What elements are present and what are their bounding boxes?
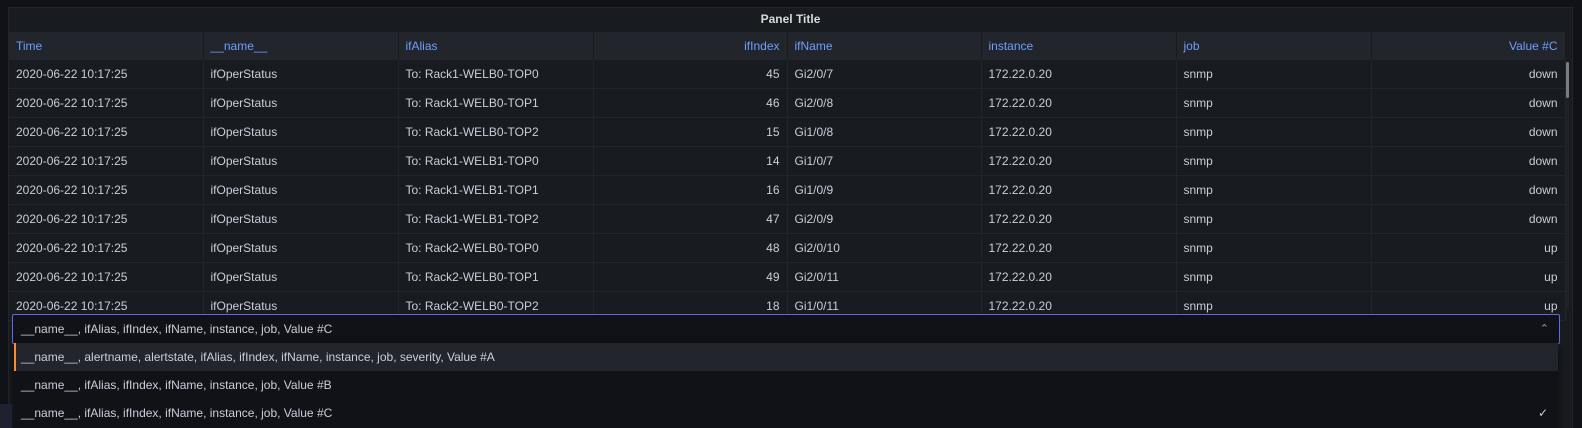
cell-ifindex: 47 [593,204,788,234]
cell-name: ifOperStatus [203,146,399,176]
cell-time: 2020-06-22 10:17:25 [9,88,204,118]
table-row[interactable]: 2020-06-22 10:17:25 ifOperStatus To: Rack1… [9,88,1566,118]
cell-ifname: Gi1/0/7 [787,146,982,176]
column-header-ifname[interactable]: ifName [787,32,982,60]
frame-select-option-label: __name__, alertname, alertstate, ifAlias… [21,350,495,364]
table-row[interactable]: 2020-06-22 10:17:25 ifOperStatus To: Rack1… [9,146,1566,176]
table-row[interactable]: 2020-06-22 10:17:25 ifOperStatus To: Rack1… [9,117,1566,147]
table-row[interactable]: 2020-06-22 10:17:25 ifOperStatus To: Rack1… [9,60,1566,89]
cell-time: 2020-06-22 10:17:25 [9,262,204,292]
cell-name: ifOperStatus [203,175,399,205]
cell-time: 2020-06-22 10:17:25 [9,233,204,263]
cell-instance: 172.22.0.20 [981,175,1177,205]
cell-ifname: Gi2/0/8 [787,88,982,118]
table-row[interactable]: 2020-06-22 10:17:25 ifOperStatus To: Rack1… [9,175,1566,205]
cell-ifname: Gi2/0/11 [787,262,982,292]
cell-ifindex: 14 [593,146,788,176]
column-header-name[interactable]: __name__ [203,32,399,60]
cell-instance: 172.22.0.20 [981,262,1177,292]
cell-job: snmp [1176,88,1372,118]
column-header-ifalias[interactable]: ifAlias [398,32,594,60]
cell-name: ifOperStatus [203,88,399,118]
cell-job: snmp [1176,204,1372,234]
cell-ifindex: 46 [593,88,788,118]
cell-name: ifOperStatus [203,117,399,147]
column-header-ifindex[interactable]: ifIndex [593,32,788,60]
chevron-up-icon[interactable]: ⌃ [1540,315,1549,343]
cell-job: snmp [1176,117,1372,147]
cell-ifalias: To: Rack1-WELB0-TOP2 [398,117,594,147]
column-header-time[interactable]: Time [9,32,204,60]
cell-ifname: Gi2/0/7 [787,60,982,89]
cell-ifalias: To: Rack1-WELB1-TOP2 [398,204,594,234]
cell-value-c: down [1371,175,1566,205]
cell-value-c: up [1371,233,1566,263]
cell-job: snmp [1176,175,1372,205]
cell-ifindex: 45 [593,60,788,89]
cell-value-c: down [1371,204,1566,234]
cell-ifalias: To: Rack2-WELB0-TOP1 [398,262,594,292]
column-header-value-c[interactable]: Value #C [1371,32,1566,60]
frame-select-option-label: __name__, ifAlias, ifIndex, ifName, inst… [21,406,333,420]
table-row[interactable]: 2020-06-22 10:17:25 ifOperStatus To: Rack2… [9,233,1566,263]
cell-ifalias: To: Rack2-WELB0-TOP0 [398,233,594,263]
cell-job: snmp [1176,146,1372,176]
cell-ifname: Gi2/0/10 [787,233,982,263]
table-row[interactable]: 2020-06-22 10:17:25 ifOperStatus To: Rack2… [9,262,1566,292]
cell-name: ifOperStatus [203,204,399,234]
table-header-row: Time __name__ ifAlias ifIndex ifName ins… [9,32,1566,60]
frame-select-option[interactable]: __name__, alertname, alertstate, ifAlias… [14,343,1558,371]
cell-ifalias: To: Rack1-WELB0-TOP1 [398,88,594,118]
bottom-edge-strip [0,404,12,428]
cell-value-c: down [1371,88,1566,118]
cell-instance: 172.22.0.20 [981,146,1177,176]
cell-job: snmp [1176,233,1372,263]
scrollbar-thumb[interactable] [1566,62,1569,98]
cell-ifname: Gi1/0/8 [787,117,982,147]
frame-select-value: __name__, ifAlias, ifIndex, ifName, inst… [21,322,333,336]
data-table: Time __name__ ifAlias ifIndex ifName ins… [9,32,1566,321]
cell-ifalias: To: Rack1-WELB1-TOP0 [398,146,594,176]
panel-title[interactable]: Panel Title [9,8,1572,32]
frame-select-option[interactable]: __name__, ifAlias, ifIndex, ifName, inst… [14,371,1558,399]
cell-ifindex: 49 [593,262,788,292]
cell-instance: 172.22.0.20 [981,88,1177,118]
frame-select-menu: __name__, alertname, alertstate, ifAlias… [14,343,1558,428]
column-header-job[interactable]: job [1176,32,1372,60]
cell-time: 2020-06-22 10:17:25 [9,60,204,89]
cell-instance: 172.22.0.20 [981,117,1177,147]
cell-job: snmp [1176,262,1372,292]
cell-ifindex: 16 [593,175,788,205]
table-scrollbar[interactable] [1566,62,1569,308]
cell-value-c: down [1371,146,1566,176]
column-header-instance[interactable]: instance [981,32,1177,60]
cell-instance: 172.22.0.20 [981,204,1177,234]
cell-ifname: Gi1/0/9 [787,175,982,205]
cell-time: 2020-06-22 10:17:25 [9,204,204,234]
cell-ifindex: 15 [593,117,788,147]
table-row[interactable]: 2020-06-22 10:17:25 ifOperStatus To: Rack1… [9,204,1566,234]
cell-job: snmp [1176,60,1372,89]
cell-value-c: down [1371,117,1566,147]
checkmark-icon: ✓ [1537,406,1548,420]
cell-name: ifOperStatus [203,233,399,263]
cell-name: ifOperStatus [203,60,399,89]
cell-value-c: up [1371,262,1566,292]
frame-select-option-label: __name__, ifAlias, ifIndex, ifName, inst… [21,378,332,392]
cell-ifalias: To: Rack1-WELB1-TOP1 [398,175,594,205]
cell-time: 2020-06-22 10:17:25 [9,117,204,147]
frame-select[interactable]: __name__, ifAlias, ifIndex, ifName, inst… [12,314,1560,344]
cell-name: ifOperStatus [203,262,399,292]
cell-ifname: Gi2/0/9 [787,204,982,234]
cell-value-c: down [1371,60,1566,89]
cell-time: 2020-06-22 10:17:25 [9,175,204,205]
cell-instance: 172.22.0.20 [981,233,1177,263]
cell-instance: 172.22.0.20 [981,60,1177,89]
cell-ifindex: 48 [593,233,788,263]
frame-select-option[interactable]: __name__, ifAlias, ifIndex, ifName, inst… [14,399,1558,427]
cell-time: 2020-06-22 10:17:25 [9,146,204,176]
cell-ifalias: To: Rack1-WELB0-TOP0 [398,60,594,89]
